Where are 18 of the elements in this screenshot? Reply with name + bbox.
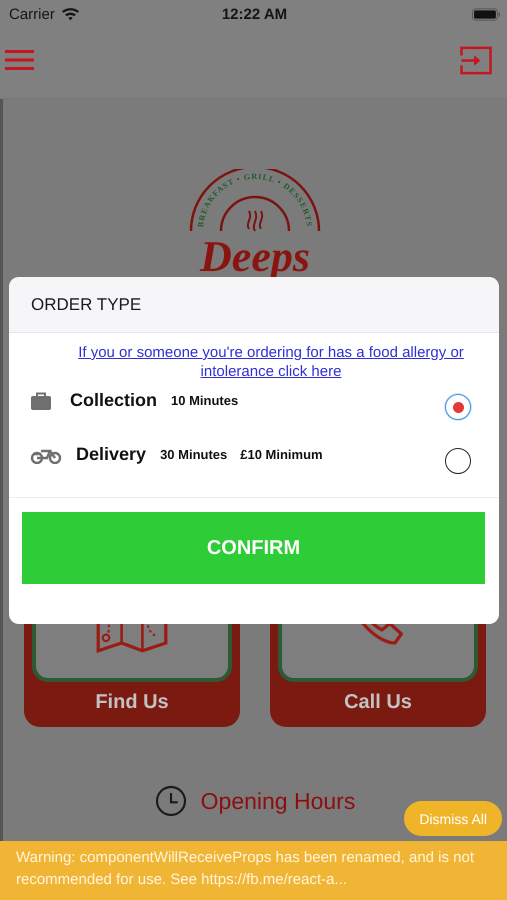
clock-icon xyxy=(154,785,187,817)
tile-label: Call Us xyxy=(344,691,412,714)
radio-button[interactable] xyxy=(445,394,471,420)
briefcase-icon xyxy=(30,391,52,411)
battery-icon xyxy=(472,8,500,20)
dialog-title: ORDER TYPE xyxy=(31,294,142,314)
option-label: Delivery xyxy=(76,444,146,464)
tile-label: Find Us xyxy=(95,691,169,714)
clock-time: 12:22 AM xyxy=(222,6,288,22)
warning-message: Warning: componentWillReceiveProps has been renamed, and is not recommended for use. See https://fb.me/react-a... xyxy=(16,848,476,890)
radio-button[interactable] xyxy=(445,448,471,474)
allergy-link[interactable]: If you or someone you're ordering for has a food allergy or intolerance click here xyxy=(56,343,486,381)
option-label: Collection xyxy=(70,390,158,410)
option-detail: £10 Minimum xyxy=(240,446,323,462)
wifi-icon xyxy=(60,8,80,20)
option-detail: 30 Minutes xyxy=(160,446,228,462)
option-detail: 10 Minutes xyxy=(171,392,238,408)
carrier-name: Carrier xyxy=(9,6,55,22)
